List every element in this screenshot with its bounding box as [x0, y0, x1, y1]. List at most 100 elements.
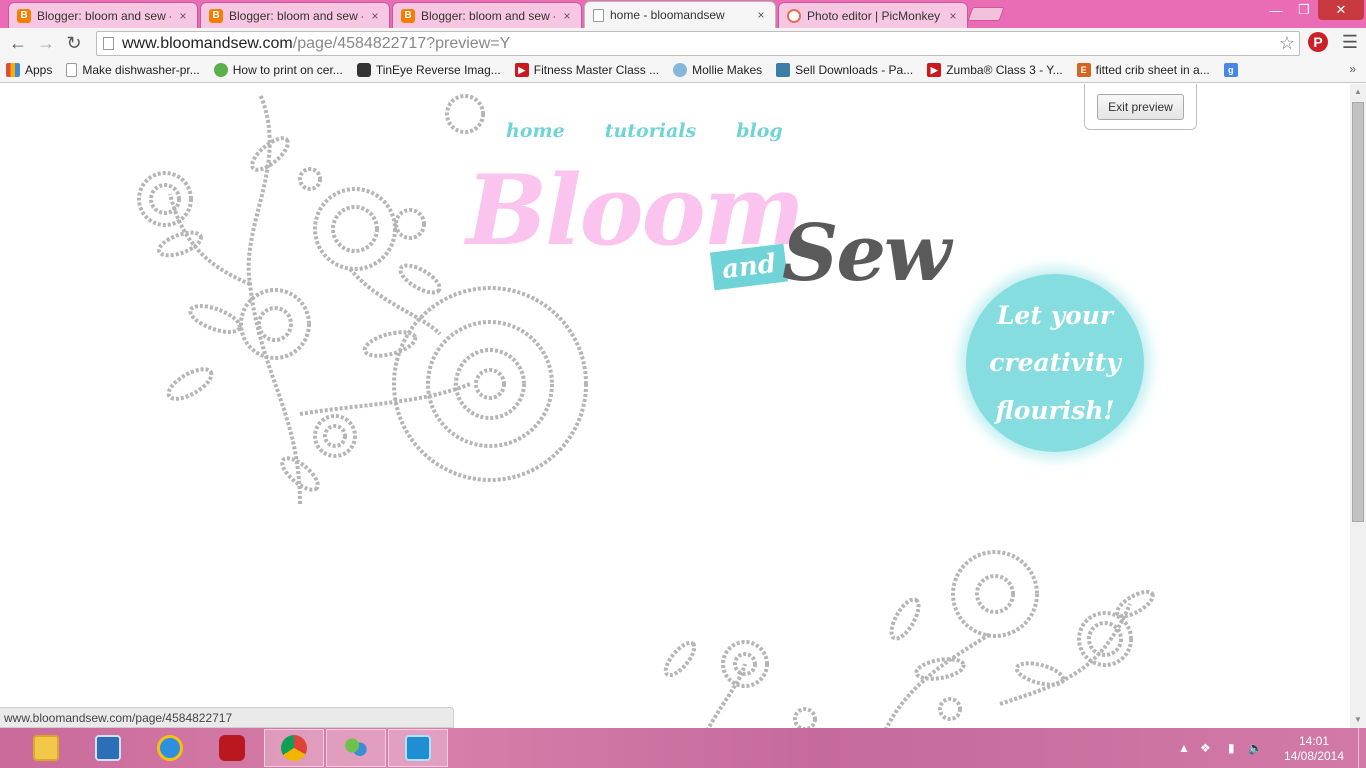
apps-icon — [6, 63, 20, 77]
pinterest-icon[interactable]: P — [1308, 32, 1328, 52]
google-icon: g — [1223, 63, 1238, 77]
nav-blog-link[interactable]: blog — [736, 120, 782, 142]
exit-preview-button[interactable]: Exit preview — [1097, 93, 1184, 120]
tray-volume-icon[interactable]: 🔈 — [1248, 728, 1263, 768]
show-desktop-button[interactable] — [1358, 728, 1366, 768]
page-icon — [103, 37, 114, 50]
internet-explorer-icon — [157, 735, 183, 761]
taskbar-file-explorer[interactable] — [16, 729, 76, 767]
menu-icon[interactable]: ☰ — [1340, 32, 1360, 52]
tab-title: Blogger: bloom and sew - — [229, 8, 363, 23]
scroll-up-icon[interactable]: ▲ — [1350, 84, 1366, 100]
control-panel-icon — [95, 735, 121, 761]
nav-home-link[interactable]: home — [506, 120, 565, 142]
taskbar-internet-explorer[interactable] — [140, 729, 200, 767]
page-viewport: home tutorials blog Bloom and Sew Let yo… — [0, 84, 1350, 728]
window-close-icon[interactable]: ✕ — [1318, 0, 1364, 20]
close-icon[interactable]: × — [369, 9, 381, 23]
bookmark-label: Apps — [25, 63, 53, 77]
restore-icon[interactable]: ❐ — [1290, 0, 1318, 20]
sell-downloads-icon — [776, 63, 791, 77]
address-bar[interactable]: www.bloomandsew.com/page/4584822717?prev… — [96, 31, 1300, 56]
tray-dropbox-icon[interactable]: ❖ — [1200, 728, 1211, 768]
forward-icon[interactable]: → — [32, 29, 60, 57]
taskbar-power[interactable] — [202, 729, 262, 767]
tagline-line: creativity — [989, 348, 1121, 378]
minimize-icon[interactable]: — — [1262, 0, 1290, 20]
tab-blogger-1[interactable]: B Blogger: bloom and sew - × — [8, 2, 198, 28]
bookmark-label: Make dishwasher-pr... — [82, 63, 200, 77]
tab-blogger-2[interactable]: B Blogger: bloom and sew - × — [200, 2, 390, 28]
clock-time: 14:01 — [1298, 734, 1330, 748]
logo-and-text: and — [720, 248, 778, 286]
bookmark-zumba[interactable]: ▶ Zumba® Class 3 - Y... — [927, 63, 1063, 77]
tray-battery-icon[interactable]: ▮ — [1228, 728, 1235, 768]
tagline-line: Let your — [996, 300, 1114, 330]
blogger-icon: B — [209, 8, 223, 23]
scroll-thumb[interactable] — [1352, 102, 1364, 522]
bookmark-tineye[interactable]: TinEye Reverse Imag... — [356, 63, 501, 77]
blogger-icon: B — [17, 8, 31, 23]
bookmark-label: Zumba® Class 3 - Y... — [946, 63, 1063, 77]
back-icon[interactable]: ← — [4, 29, 32, 57]
bookmark-star-icon[interactable]: ☆ — [1279, 33, 1295, 54]
tab-home-bloomandsew[interactable]: home - bloomandsew × — [584, 1, 776, 28]
bookmark-label: Fitness Master Class ... — [533, 63, 660, 77]
bookmark-dishwasher[interactable]: Make dishwasher-pr... — [66, 63, 200, 77]
page-icon — [593, 8, 604, 22]
windows-taskbar: ▲ ❖ ▮ 🔈 — [0, 728, 1366, 768]
bookmark-sell-downloads[interactable]: Sell Downloads - Pa... — [776, 63, 913, 77]
photo-viewer-icon — [405, 735, 431, 761]
close-icon[interactable]: × — [947, 9, 959, 23]
mollie-icon — [673, 63, 688, 77]
preview-panel: Exit preview — [1084, 84, 1197, 130]
scroll-down-icon[interactable]: ▼ — [1350, 712, 1366, 728]
leaf-icon — [213, 63, 228, 77]
taskbar-clock[interactable]: 14:01 14/08/2014 — [1282, 734, 1346, 764]
taskbar-messenger[interactable] — [326, 729, 386, 767]
url-host: www.bloomandsew.com — [122, 34, 293, 52]
messenger-icon — [343, 735, 369, 761]
etsy-icon: E — [1076, 63, 1091, 77]
tab-title: Blogger: bloom and sew - — [421, 8, 555, 23]
vertical-scrollbar[interactable]: ▲ ▼ — [1350, 84, 1366, 728]
close-icon[interactable]: × — [177, 9, 189, 23]
close-icon[interactable]: × — [561, 9, 573, 23]
bookmark-google[interactable]: g — [1223, 63, 1238, 77]
blogger-icon: B — [401, 8, 415, 23]
tineye-icon — [356, 63, 371, 77]
bookmark-mollie[interactable]: Mollie Makes — [673, 63, 762, 77]
tab-title: home - bloomandsew — [610, 8, 725, 22]
bookmark-print[interactable]: How to print on cer... — [213, 63, 343, 77]
taskbar-control-panel[interactable] — [78, 729, 138, 767]
close-icon[interactable]: × — [755, 8, 767, 22]
tagline-line: flourish! — [995, 395, 1115, 425]
status-bubble: www.bloomandsew.com/page/4584822717 — [0, 707, 454, 728]
tab-strip: B Blogger: bloom and sew - × B Blogger: … — [0, 0, 1366, 28]
url-path: /page/4584822717?preview=Y — [292, 34, 511, 52]
youtube-icon: ▶ — [927, 63, 942, 77]
page-icon — [66, 63, 78, 77]
bookmark-apps[interactable]: Apps — [6, 63, 52, 77]
taskbar-photo-viewer[interactable] — [388, 729, 448, 767]
tab-picmonkey[interactable]: Photo editor | PicMonkey: × — [778, 2, 968, 28]
bookmark-label: TinEye Reverse Imag... — [375, 63, 501, 77]
browser-toolbar: ← → ↻ www.bloomandsew.com/page/458482271… — [0, 28, 1366, 58]
tab-blogger-3[interactable]: B Blogger: bloom and sew - × — [392, 2, 582, 28]
reload-icon[interactable]: ↻ — [60, 29, 88, 57]
power-icon — [219, 735, 245, 761]
tab-title: Blogger: bloom and sew - — [37, 8, 171, 23]
bookmarks-bar: Apps Make dishwasher-pr... How to print … — [0, 58, 1366, 83]
clock-date: 14/08/2014 — [1283, 749, 1345, 763]
taskbar-chrome[interactable] — [264, 729, 324, 767]
bookmarks-more-icon[interactable]: » — [1349, 62, 1356, 76]
bookmark-label: fitted crib sheet in a... — [1095, 63, 1210, 77]
bookmark-label: Mollie Makes — [692, 63, 763, 77]
tagline-badge: Let your creativity flourish! — [966, 274, 1144, 452]
bookmark-fitness[interactable]: ▶ Fitness Master Class ... — [514, 63, 660, 77]
logo-sew-text: Sew — [782, 208, 951, 299]
nav-tutorials-link[interactable]: tutorials — [605, 120, 697, 142]
new-tab-button[interactable] — [967, 7, 1005, 21]
bookmark-crib-sheet[interactable]: Efitted crib sheet in a... — [1076, 63, 1210, 77]
tray-show-hidden-icon[interactable]: ▲ — [1178, 728, 1190, 768]
